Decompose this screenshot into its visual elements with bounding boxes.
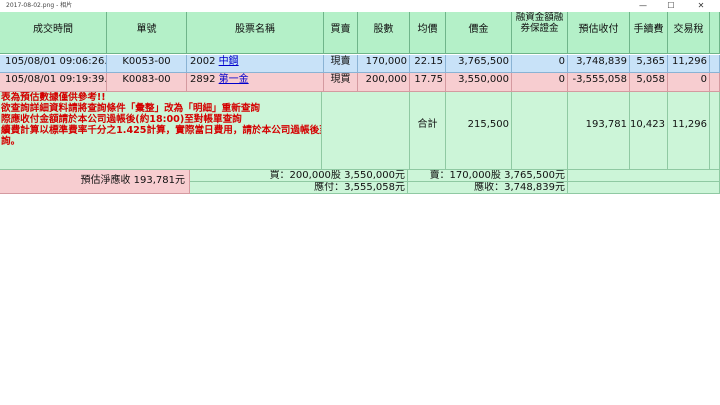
maximize-icon[interactable]: ☐ xyxy=(660,0,682,12)
trade-sheet: 成交時間 單號 股票名稱 買賣 股數 均價 價金 融資金額融券保證金 預估收付 … xyxy=(0,12,720,194)
row2-shares: 200,000 xyxy=(358,73,410,92)
row1-side: 現賣 xyxy=(324,55,358,73)
totals-label: 合計 xyxy=(410,92,446,170)
close-icon[interactable]: ✕ xyxy=(690,0,712,12)
window-title: 2017-08-02.png - 相片 xyxy=(6,2,73,9)
summary-payable: 應付：3,555,058元 xyxy=(190,182,408,194)
row2-est-settle: -3,555,058 xyxy=(568,73,630,92)
row2-order-no: K0083-00 xyxy=(107,73,187,92)
row1-stock-code: 2002 xyxy=(190,56,216,67)
minimize-icon[interactable]: — xyxy=(632,0,654,12)
row1-est-settle: 3,748,839 xyxy=(568,55,630,73)
note-line-3: 際應收付金額請於本公司過帳後(約18:00)至對帳單查詢 xyxy=(1,114,242,125)
row1-amount: 3,765,500 xyxy=(446,55,512,73)
row1-time: 105/08/01 09:06:26.52 xyxy=(0,55,107,73)
header-stock-name: 股票名稱 xyxy=(187,12,324,54)
row2-side: 現買 xyxy=(324,73,358,92)
row2-fee: 5,058 xyxy=(630,73,668,92)
header-extra xyxy=(710,12,720,54)
net-receivable: 預估淨應收 193,781元 xyxy=(0,170,190,194)
totals-est-settle: 193,781 xyxy=(568,92,630,170)
header-side: 買賣 xyxy=(324,12,358,54)
row2-stock: 2892 第一金 xyxy=(187,73,324,92)
note-line-2: 欲查詢詳細資料請將查詢條件「彙整」改為「明細」重新查詢 xyxy=(1,103,261,114)
row2-amount: 3,550,000 xyxy=(446,73,512,92)
summary-buy: 買：200,000股 3,550,000元 xyxy=(190,170,408,182)
header-fee: 手續費 xyxy=(630,12,668,54)
totals-fee: 10,423 xyxy=(630,92,668,170)
summary-buy-sell-spacer xyxy=(568,170,720,182)
summary-receivable: 應收：3,748,839元 xyxy=(408,182,568,194)
row1-avg-price: 22.15 xyxy=(410,55,446,73)
row2-stock-code: 2892 xyxy=(190,74,216,85)
totals-tax: 11,296 xyxy=(668,92,710,170)
row2-tax: 0 xyxy=(668,73,710,92)
totals-spacer-a xyxy=(322,92,410,170)
disclaimer-notes: 表為預估數據僅供參考!! 欲查詢詳細資料請將查詢條件「彙整」改為「明細」重新查詢… xyxy=(0,92,322,170)
header-margin: 融資金額融券保證金 xyxy=(512,12,568,54)
header-shares: 股數 xyxy=(358,12,410,54)
row2-stock-link[interactable]: 第一金 xyxy=(219,74,249,85)
row2-avg-price: 17.75 xyxy=(410,73,446,92)
note-line-5: 詢。 xyxy=(1,136,21,147)
totals-extra xyxy=(710,92,720,170)
row1-stock-link[interactable]: 中鋼 xyxy=(219,56,239,67)
totals-margin xyxy=(512,92,568,170)
note-line-1: 表為預估數據僅供參考!! xyxy=(1,92,106,103)
summary-sell: 賣：170,000股 3,765,500元 xyxy=(408,170,568,182)
summary-pay-recv-spacer xyxy=(568,182,720,194)
header-order-no: 單號 xyxy=(107,12,187,54)
row1-extra xyxy=(710,55,720,73)
header-est-settle: 預估收付 xyxy=(568,12,630,54)
note-line-4: 續費計算以標準費率千分之1.425計算，實際當日費用，請於本公司過帳後至對帳 xyxy=(1,125,322,136)
row2-extra xyxy=(710,73,720,92)
row1-order-no: K0053-00 xyxy=(107,55,187,73)
row1-shares: 170,000 xyxy=(358,55,410,73)
row1-tax: 11,296 xyxy=(668,55,710,73)
row1-margin: 0 xyxy=(512,55,568,73)
header-amount: 價金 xyxy=(446,12,512,54)
header-avg-price: 均價 xyxy=(410,12,446,54)
header-tax: 交易稅 xyxy=(668,12,710,54)
row1-fee: 5,365 xyxy=(630,55,668,73)
row2-time: 105/08/01 09:19:39.31 xyxy=(0,73,107,92)
row1-stock: 2002 中鋼 xyxy=(187,55,324,73)
row2-margin: 0 xyxy=(512,73,568,92)
header-time: 成交時間 xyxy=(0,12,107,54)
totals-amount: 215,500 xyxy=(446,92,512,170)
